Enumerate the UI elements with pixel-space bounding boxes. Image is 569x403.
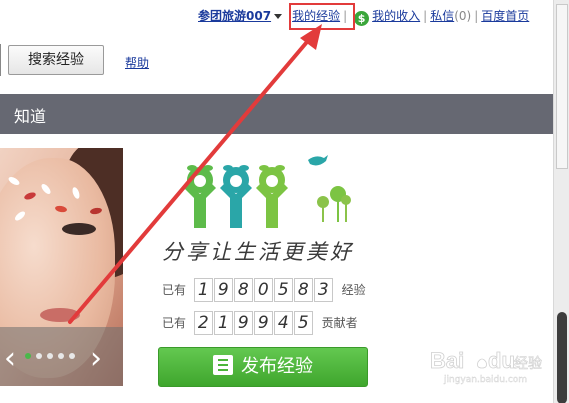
watermark-suffix: 经验 — [514, 356, 542, 372]
page: 参团旅游007 我的经验 | $ 我的收入 | 私信(0) | 百度首页 搜索经验 帮助 知道 … — [0, 0, 569, 403]
nav-brand-zhidao[interactable]: 知道 — [14, 103, 46, 127]
bird-icon — [308, 155, 328, 166]
slogan: 分享让生活更美好 — [162, 240, 354, 264]
baidu-home-link[interactable]: 百度首页 — [481, 9, 529, 23]
counter-suffix: 经验 — [341, 283, 366, 297]
tree-icon — [317, 186, 351, 222]
scrollbar-thumb[interactable] — [556, 4, 568, 169]
carousel-dot[interactable] — [69, 353, 75, 359]
carousel-dot[interactable] — [36, 353, 42, 359]
carousel-dot[interactable] — [58, 353, 64, 359]
banner-carousel[interactable]: ‹ › — [0, 148, 123, 386]
search-input-edge[interactable] — [0, 44, 1, 76]
messages-count: (0) — [454, 9, 472, 23]
publish-button-label: 发布经验 — [241, 356, 313, 377]
watermark-brand: Bai — [430, 348, 464, 373]
search-experience-button[interactable]: 搜索经验 — [8, 45, 104, 75]
counter-digit: 1 — [213, 311, 233, 335]
counter-digit: 3 — [313, 278, 333, 302]
separator: | — [423, 9, 428, 23]
counter-digit: 5 — [273, 278, 293, 302]
carousel-prev-button[interactable]: ‹ — [4, 344, 16, 374]
help-link[interactable]: 帮助 — [125, 54, 149, 71]
logo-figure-teal — [220, 167, 252, 228]
username-link[interactable]: 参团旅游007 — [198, 9, 271, 23]
coin-icon: $ — [354, 11, 370, 26]
contributor-counter: 已有 219945 贡献者 — [162, 311, 358, 335]
annotation-highlight-box — [289, 3, 355, 30]
paw-icon — [477, 358, 487, 369]
publish-experience-button[interactable]: 发布经验 — [158, 347, 368, 387]
vertical-scrollbar[interactable] — [553, 0, 569, 403]
carousel-next-button[interactable]: › — [90, 344, 102, 374]
carousel-dot[interactable] — [47, 353, 53, 359]
counter-digits: 219945 — [193, 311, 314, 336]
watermark-url: jingyan.baidu.com — [443, 375, 527, 385]
counter-digit: 9 — [253, 311, 273, 335]
user-bar: 参团旅游007 我的经验 | $ 我的收入 | 私信(0) | 百度首页 — [198, 7, 529, 26]
counter-digit: 9 — [213, 278, 233, 302]
counter-prefix: 已有 — [162, 316, 187, 330]
nav-bar: 知道 — [0, 94, 553, 134]
logo-figure-green — [184, 167, 216, 228]
pencil-icon — [213, 355, 233, 375]
scrollbar-dark-segment[interactable] — [557, 312, 567, 403]
carousel-dots — [25, 348, 80, 362]
counter-suffix: 贡献者 — [321, 316, 358, 330]
messages-link[interactable]: 私信 — [430, 9, 454, 23]
caret-down-icon[interactable] — [274, 13, 283, 19]
counter-digit: 8 — [293, 278, 313, 302]
logo-figure-lightgreen — [256, 167, 288, 228]
counter-digit: 4 — [273, 311, 293, 335]
counter-digit: 1 — [193, 278, 213, 302]
counter-digits: 1980583 — [193, 278, 334, 303]
counter-digit: 8 — [233, 278, 253, 302]
separator: | — [474, 9, 479, 23]
watermark-brand2: du — [488, 348, 515, 373]
carousel-photo-eye — [62, 223, 96, 235]
counter-digit: 5 — [293, 311, 313, 335]
counter-prefix: 已有 — [162, 283, 187, 297]
carousel-dot[interactable] — [25, 353, 31, 359]
carousel-photo-lips — [40, 308, 80, 322]
counter-digit: 9 — [233, 311, 253, 335]
counter-digit: 2 — [193, 311, 213, 335]
experience-logo — [184, 155, 351, 228]
experience-counter: 已有 1980583 经验 — [162, 278, 366, 302]
my-income-link[interactable]: 我的收入 — [372, 9, 420, 23]
counter-digit: 0 — [253, 278, 273, 302]
baidu-experience-watermark: Bai du 经验 jingyan.baidu.com — [430, 348, 542, 386]
